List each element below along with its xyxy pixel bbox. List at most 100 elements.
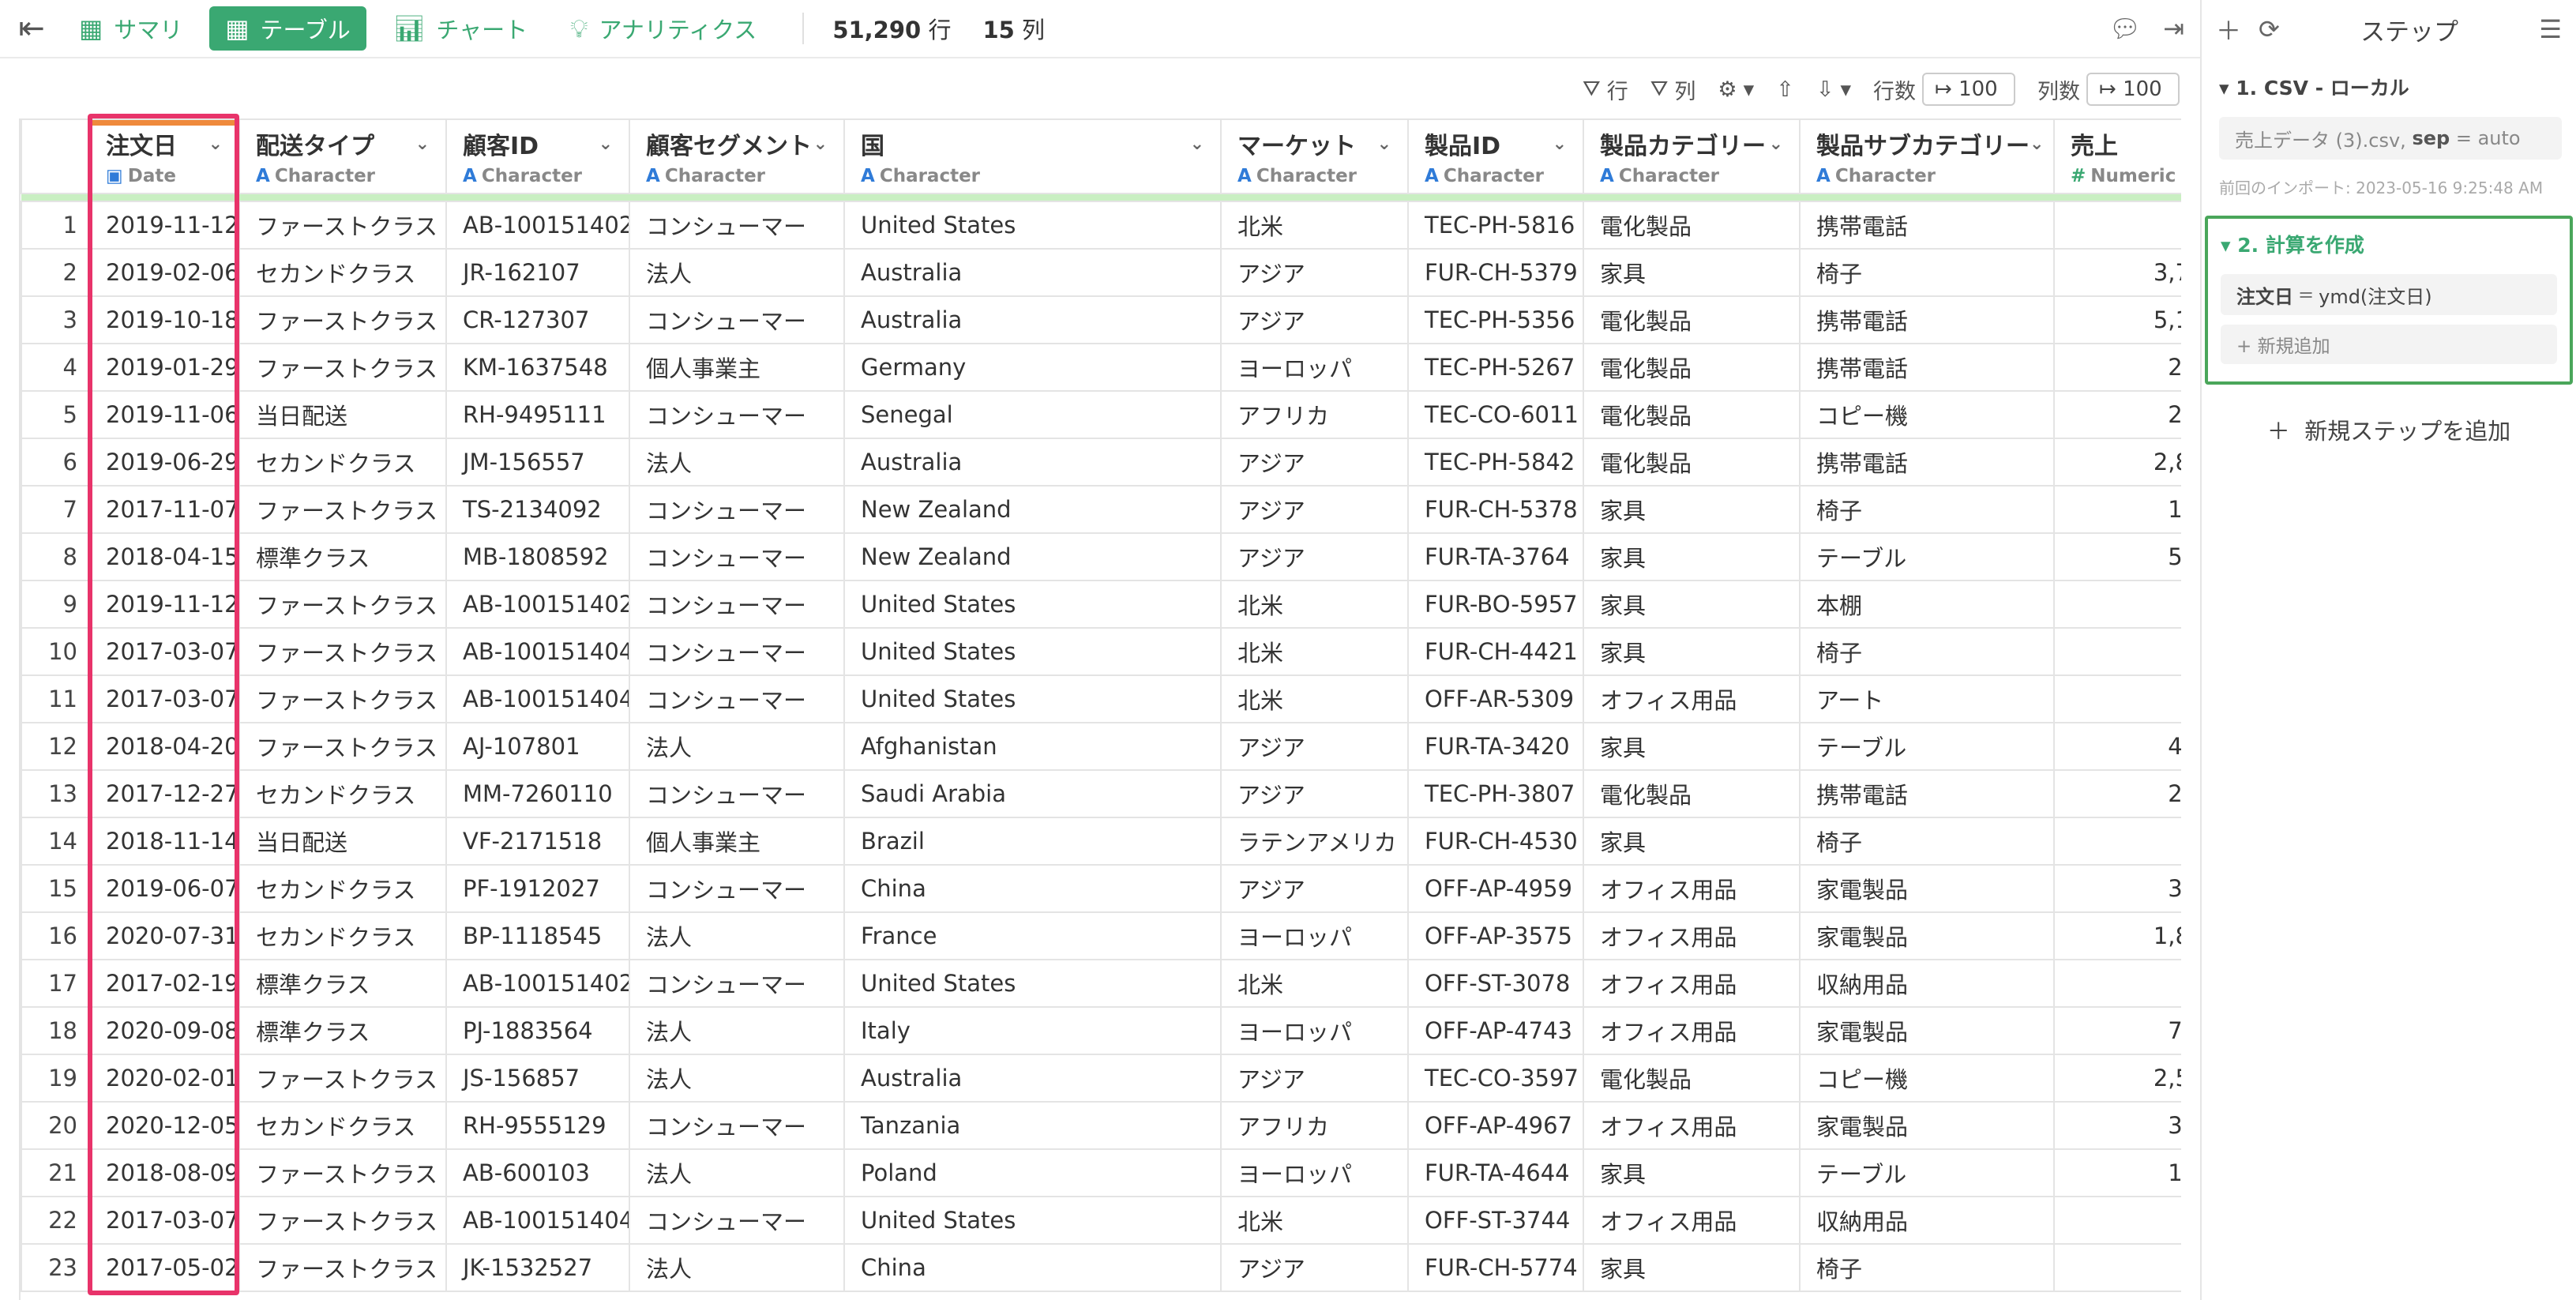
- table-cell[interactable]: 北米: [1220, 201, 1409, 250]
- table-cell[interactable]: FUR-CH-5774: [1407, 1243, 1584, 1292]
- table-cell[interactable]: 2,75: [2053, 1243, 2181, 1292]
- upload-button[interactable]: ⇧: [1776, 77, 1794, 102]
- table-cell[interactable]: 家具: [1583, 627, 1801, 676]
- table-cell[interactable]: Italy: [843, 1006, 1222, 1055]
- table-cell[interactable]: ファーストクラス: [238, 1148, 447, 1197]
- download-dropdown[interactable]: ⇩ ▾: [1816, 77, 1851, 102]
- table-cell[interactable]: 個人事業主: [629, 817, 845, 866]
- table-cell[interactable]: 椅子: [1799, 1243, 2055, 1292]
- table-cell[interactable]: AB-100151404: [445, 1196, 630, 1245]
- table-cell[interactable]: 電化製品: [1583, 769, 1801, 818]
- table-cell[interactable]: TEC-CO-6011: [1407, 390, 1584, 439]
- table-cell[interactable]: 2,565.59: [2053, 1054, 2181, 1103]
- table-cell[interactable]: United States: [843, 201, 1222, 250]
- table-cell[interactable]: ファーストクラス: [238, 343, 447, 392]
- table-cell[interactable]: 携帯電話: [1799, 438, 2055, 487]
- table-cell[interactable]: KM-1637548: [445, 343, 630, 392]
- table-cell[interactable]: TEC-PH-5842: [1407, 438, 1584, 487]
- cols-limit-input[interactable]: ↦ 100: [2086, 73, 2180, 106]
- table-cell[interactable]: New Zealand: [843, 485, 1222, 534]
- table-cell[interactable]: コピー機: [1799, 1054, 2055, 1103]
- chevron-down-icon[interactable]: ⌄: [1553, 134, 1567, 154]
- table-cell[interactable]: ファーストクラス: [238, 1243, 447, 1292]
- table-cell[interactable]: アジア: [1220, 864, 1409, 913]
- sliders-icon[interactable]: ☰: [2539, 14, 2562, 44]
- table-cell[interactable]: 1,977.7: [2053, 1148, 2181, 1197]
- column-header[interactable]: 注文日 ⌄ ▣ Date: [88, 118, 240, 194]
- table-cell[interactable]: France: [843, 911, 1222, 960]
- table-cell[interactable]: United States: [843, 674, 1222, 723]
- table-cell[interactable]: 標準クラス: [238, 532, 447, 581]
- table-cell[interactable]: JR-162107: [445, 248, 630, 297]
- chevron-down-icon[interactable]: ⌄: [415, 134, 430, 154]
- table-cell[interactable]: アジア: [1220, 1054, 1409, 1103]
- table-cell[interactable]: 標準クラス: [238, 1006, 447, 1055]
- table-cell[interactable]: コピー機: [1799, 390, 2055, 439]
- table-cell[interactable]: 電化製品: [1583, 1054, 1801, 1103]
- table-cell[interactable]: コンシューマー: [629, 864, 845, 913]
- table-cell[interactable]: コンシューマー: [629, 532, 845, 581]
- table-cell[interactable]: PJ-1883564: [445, 1006, 630, 1055]
- table-cell[interactable]: 北米: [1220, 959, 1409, 1008]
- table-cell[interactable]: 電化製品: [1583, 390, 1801, 439]
- table-cell[interactable]: United States: [843, 627, 1222, 676]
- table-cell[interactable]: 2020-02-01: [88, 1054, 240, 1103]
- table-cell[interactable]: 2019-11-06: [88, 390, 240, 439]
- table-cell[interactable]: ファーストクラス: [238, 201, 447, 250]
- tab-chart[interactable]: 📊︎ チャート: [377, 6, 543, 51]
- table-cell[interactable]: Tanzania: [843, 1101, 1222, 1150]
- table-cell[interactable]: AB-100151402: [445, 201, 630, 250]
- step-csv-local[interactable]: ▾ 1. CSV - ローカル 売上データ (3).csv, sep = aut…: [2219, 73, 2562, 198]
- table-cell[interactable]: ファーストクラス: [238, 674, 447, 723]
- table-cell[interactable]: アフリカ: [1220, 390, 1409, 439]
- table-cell[interactable]: ラテンアメリカ: [1220, 817, 1409, 866]
- table-cell[interactable]: セカンドクラス: [238, 438, 447, 487]
- table-cell[interactable]: 家電製品: [1799, 911, 2055, 960]
- table-cell[interactable]: 家電製品: [1799, 1101, 2055, 1150]
- table-cell[interactable]: 221.9: [2053, 201, 2181, 250]
- table-cell[interactable]: FUR-CH-5379: [1407, 248, 1584, 297]
- table-cell[interactable]: 2020-12-05: [88, 1101, 240, 1150]
- table-cell[interactable]: コンシューマー: [629, 959, 845, 1008]
- table-cell[interactable]: コンシューマー: [629, 769, 845, 818]
- table-cell[interactable]: 法人: [629, 722, 845, 771]
- table-cell[interactable]: 携帯電話: [1799, 295, 2055, 344]
- table-cell[interactable]: 電化製品: [1583, 438, 1801, 487]
- table-cell[interactable]: ファーストクラス: [238, 295, 447, 344]
- table-cell[interactable]: 7,958.5: [2053, 1006, 2181, 1055]
- table-cell[interactable]: FUR-TA-3764: [1407, 532, 1584, 581]
- table-cell[interactable]: TEC-PH-5267: [1407, 343, 1584, 392]
- table-cell[interactable]: 携帯電話: [1799, 201, 2055, 250]
- table-cell[interactable]: TEC-PH-3807: [1407, 769, 1584, 818]
- table-cell[interactable]: 2017-12-27: [88, 769, 240, 818]
- table-cell[interactable]: United States: [843, 1196, 1222, 1245]
- table-cell[interactable]: 2017-02-19: [88, 959, 240, 1008]
- table-cell[interactable]: ヨーロッパ: [1220, 343, 1409, 392]
- table-cell[interactable]: OFF-AP-4743: [1407, 1006, 1584, 1055]
- table-cell[interactable]: ヨーロッパ: [1220, 911, 1409, 960]
- table-cell[interactable]: 5,244.8: [2053, 532, 2181, 581]
- table-cell[interactable]: AB-100151404: [445, 674, 630, 723]
- column-header[interactable]: 顧客ID ⌄ A Character: [445, 118, 630, 194]
- column-header[interactable]: 売上⌄#Numeric: [2053, 118, 2181, 194]
- table-cell[interactable]: FUR-TA-3420: [1407, 722, 1584, 771]
- table-cell[interactable]: 2017-03-07: [88, 1196, 240, 1245]
- table-cell[interactable]: 12.62: [2053, 959, 2181, 1008]
- table-cell[interactable]: Brazil: [843, 817, 1222, 866]
- table-cell[interactable]: 収納用品: [1799, 959, 2055, 1008]
- table-cell[interactable]: 北米: [1220, 1196, 1409, 1245]
- collapse-right-icon[interactable]: ⇥: [2163, 13, 2184, 43]
- table-cell[interactable]: FUR-CH-4530: [1407, 817, 1584, 866]
- table-cell[interactable]: 法人: [629, 248, 845, 297]
- table-cell[interactable]: PF-1912027: [445, 864, 630, 913]
- table-cell[interactable]: 341.9: [2053, 580, 2181, 629]
- table-cell[interactable]: OFF-ST-3078: [1407, 959, 1584, 1008]
- table-cell[interactable]: Germany: [843, 343, 1222, 392]
- column-header[interactable]: 製品サブカテゴリー ⌄ A Character: [1799, 118, 2055, 194]
- table-cell[interactable]: 2,221.: [2053, 817, 2181, 866]
- table-cell[interactable]: アジア: [1220, 1243, 1409, 1292]
- column-header[interactable]: 国 ⌄ A Character: [843, 118, 1222, 194]
- table-cell[interactable]: OFF-AP-3575: [1407, 911, 1584, 960]
- table-cell[interactable]: 2017-11-07: [88, 485, 240, 534]
- table-cell[interactable]: 椅子: [1799, 627, 2055, 676]
